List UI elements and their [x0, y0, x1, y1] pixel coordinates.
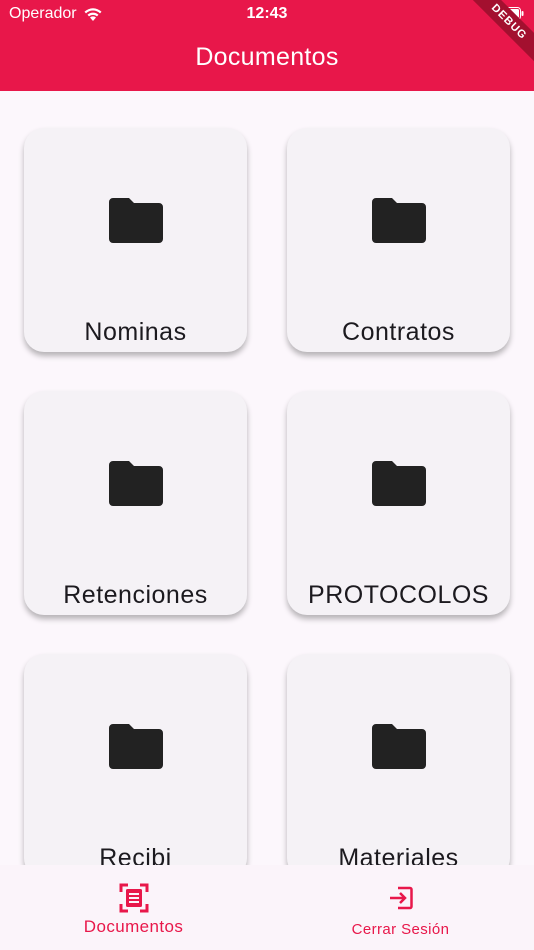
folder-label: Contratos: [342, 318, 455, 346]
folder-label: Retenciones: [63, 581, 208, 609]
folder-label: Materiales: [338, 844, 459, 865]
status-bar: Operador 12:43: [0, 0, 534, 28]
document-scanner-icon: [119, 883, 148, 913]
nav-documents-label: Documentos: [83, 917, 184, 936]
nav-documents[interactable]: Documentos: [0, 865, 267, 950]
logout-icon: [389, 886, 413, 910]
nav-logout-label: Cerrar Sesión: [351, 921, 450, 938]
folder-label: Recibi: [99, 844, 172, 865]
folder-icon: [372, 198, 426, 243]
folder-card-retenciones[interactable]: Retenciones: [24, 391, 247, 615]
page-title: Documentos: [195, 43, 339, 71]
folder-icon: [109, 198, 163, 243]
bottom-navigation: Documentos Cerrar Sesión: [0, 865, 534, 950]
clock: 12:43: [246, 5, 288, 22]
folder-icon: [109, 724, 163, 769]
folder-icon: [372, 461, 426, 506]
folder-card-nominas[interactable]: Nominas: [24, 128, 247, 352]
folder-card-recibi[interactable]: Recibi: [24, 654, 247, 865]
folder-card-materiales[interactable]: Materiales: [287, 654, 510, 865]
folder-label: Nominas: [84, 318, 187, 346]
folder-grid: Nominas Contratos Retenciones PROTOCOLOS…: [0, 91, 534, 865]
folder-card-contratos[interactable]: Contratos: [287, 128, 510, 352]
nav-logout[interactable]: Cerrar Sesión: [267, 865, 534, 950]
folder-icon: [372, 724, 426, 769]
folder-icon: [109, 461, 163, 506]
folder-label: PROTOCOLOS: [308, 581, 489, 609]
app-header: Operador 12:43 Documentos DEBUG: [0, 0, 534, 91]
folder-card-protocolos[interactable]: PROTOCOLOS: [287, 391, 510, 615]
